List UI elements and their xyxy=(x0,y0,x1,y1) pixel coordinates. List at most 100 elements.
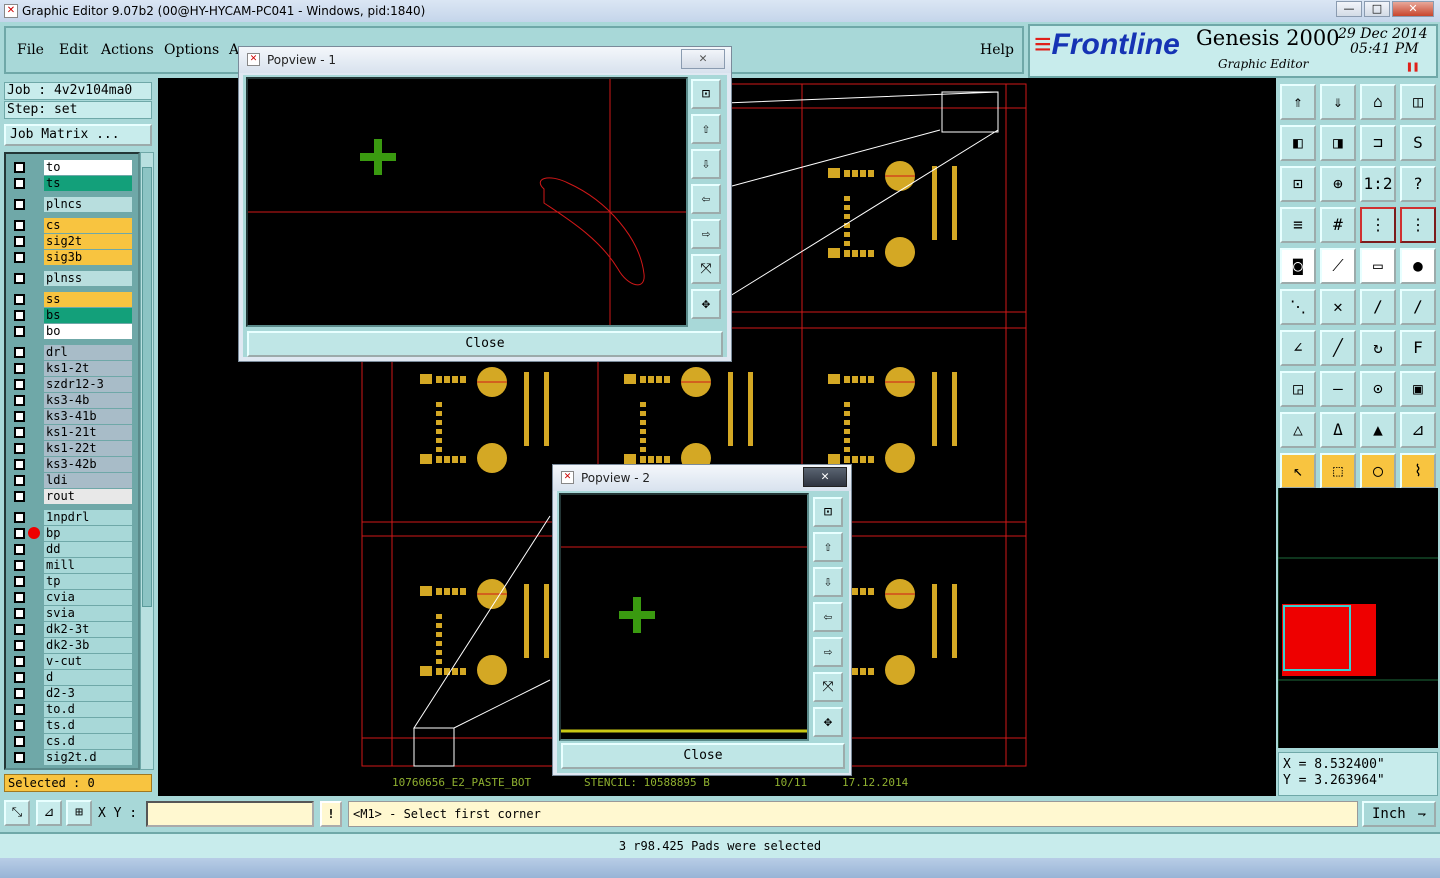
layer-checkbox[interactable] xyxy=(14,576,25,587)
layer-checkbox[interactable] xyxy=(14,640,25,651)
layer-row[interactable]: ks3-41b xyxy=(10,409,138,424)
node-red-icon[interactable]: ∕ xyxy=(1360,289,1396,325)
layer-row[interactable]: ldi xyxy=(10,473,138,488)
grid-icon[interactable]: # xyxy=(1320,207,1356,243)
triangle-blue-icon[interactable]: ▲ xyxy=(1360,412,1396,448)
layer-name[interactable]: ks3-41b xyxy=(44,409,132,424)
layer-name[interactable]: szdr12-3 xyxy=(44,377,132,392)
layer-row[interactable]: mill xyxy=(10,558,138,573)
menu-actions[interactable]: Actions xyxy=(101,42,154,58)
move-pad-icon[interactable]: ◲ xyxy=(1280,371,1316,407)
layer-row[interactable]: v-cut xyxy=(10,654,138,669)
layer-row[interactable]: ks3-42b xyxy=(10,457,138,472)
layer-name[interactable]: mill xyxy=(44,558,132,573)
mirror-icon[interactable]: F xyxy=(1400,330,1436,366)
popview-1-close-icon[interactable]: ✕ xyxy=(681,49,725,69)
layer-row[interactable]: sig2t xyxy=(10,234,138,249)
layer-name[interactable]: svia xyxy=(44,606,132,621)
layer-name[interactable]: plncs xyxy=(44,197,132,212)
select-box-icon[interactable]: ⬚ xyxy=(1320,453,1356,489)
layer-checkbox[interactable] xyxy=(14,379,25,390)
layer-name[interactable]: cvia xyxy=(44,590,132,605)
minimize-button[interactable]: — xyxy=(1336,1,1362,17)
layer-checkbox[interactable] xyxy=(14,252,25,263)
layer-name[interactable]: d xyxy=(44,670,132,685)
measure-icon[interactable]: ⊿ xyxy=(36,800,62,826)
layer-row[interactable]: cs xyxy=(10,218,138,233)
cross-icon[interactable]: ✕ xyxy=(1320,289,1356,325)
pan-right-icon[interactable]: ⇨ xyxy=(813,637,843,667)
layer-checkbox[interactable] xyxy=(14,736,25,747)
layer-checkbox[interactable] xyxy=(14,672,25,683)
layer-row[interactable]: to.d xyxy=(10,702,138,717)
triangle-up-icon[interactable]: Δ xyxy=(1320,412,1356,448)
layer-checkbox[interactable] xyxy=(14,528,25,539)
layer-name[interactable]: bo xyxy=(44,324,132,339)
layer-checkbox[interactable] xyxy=(14,560,25,571)
layer-name[interactable]: sig2t.d xyxy=(44,750,132,765)
layer-checkbox[interactable] xyxy=(14,347,25,358)
layer-checkbox[interactable] xyxy=(14,273,25,284)
job-matrix-button[interactable]: Job Matrix ... xyxy=(4,124,152,146)
layer-name[interactable]: bs xyxy=(44,308,132,323)
zoom-home-icon[interactable]: ⇑ xyxy=(1280,84,1316,120)
popview-2-close-button[interactable]: Close xyxy=(561,743,845,769)
zoom-out-icon[interactable]: ⤧ xyxy=(691,254,721,284)
layer-row[interactable]: cs.d xyxy=(10,734,138,749)
scale-1to2-icon[interactable]: 1:2 xyxy=(1360,166,1396,202)
popview-2-view[interactable] xyxy=(559,493,809,741)
layer-checkbox[interactable] xyxy=(14,363,25,374)
layer-checkbox[interactable] xyxy=(14,608,25,619)
layer-row[interactable]: ks1-2t xyxy=(10,361,138,376)
popview-2-close-icon[interactable]: ✕ xyxy=(803,467,847,487)
layer-name[interactable]: dk2-3t xyxy=(44,622,132,637)
layer-checkbox[interactable] xyxy=(14,720,25,731)
group-icon[interactable]: ▣ xyxy=(1400,371,1436,407)
pan-right-icon[interactable]: ⇨ xyxy=(691,219,721,249)
layer-row[interactable]: tp xyxy=(10,574,138,589)
layer-name[interactable]: ks1-21t xyxy=(44,425,132,440)
layer-row[interactable]: plncs xyxy=(10,197,138,212)
layer-name[interactable]: rout xyxy=(44,489,132,504)
zoom-in-icon[interactable]: ✥ xyxy=(691,289,721,319)
layer-checkbox[interactable] xyxy=(14,688,25,699)
layer-row[interactable]: svia xyxy=(10,606,138,621)
pan-down-icon[interactable]: ⇩ xyxy=(691,149,721,179)
ruler-icon[interactable]: ▭ xyxy=(1360,248,1396,284)
layer-checkbox[interactable] xyxy=(14,443,25,454)
round-pad-icon[interactable]: ● xyxy=(1400,248,1436,284)
node-blue-icon[interactable]: ∕ xyxy=(1400,289,1436,325)
measure-icon[interactable]: ≡ xyxy=(1280,207,1316,243)
zoom-fit-icon[interactable]: ⊡ xyxy=(813,497,843,527)
layer-name[interactable]: dd xyxy=(44,542,132,557)
grid-snap-icon[interactable]: ⊞ xyxy=(66,800,92,826)
menu-edit[interactable]: Edit xyxy=(59,42,88,58)
layer-row[interactable]: bp xyxy=(10,526,138,541)
zoom-out-icon[interactable]: ⊡ xyxy=(1280,166,1316,202)
overview-map[interactable] xyxy=(1277,488,1438,748)
help-icon[interactable]: ? xyxy=(1400,166,1436,202)
exclamation-button[interactable]: ! xyxy=(320,801,342,827)
layer-checkbox[interactable] xyxy=(14,411,25,422)
layer-name[interactable]: v-cut xyxy=(44,654,132,669)
layer-checkbox[interactable] xyxy=(14,178,25,189)
layer-row[interactable]: d xyxy=(10,670,138,685)
connect-icon[interactable]: ⋱ xyxy=(1280,289,1316,325)
triangle-cross-icon[interactable]: ⊿ xyxy=(1400,412,1436,448)
layer-row[interactable]: ks1-21t xyxy=(10,425,138,440)
pad-icon[interactable]: ◙ xyxy=(1280,248,1316,284)
zoom-in-icon[interactable]: ✥ xyxy=(813,707,843,737)
layer-row[interactable]: szdr12-3 xyxy=(10,377,138,392)
pan-right-icon[interactable]: ◨ xyxy=(1320,125,1356,161)
layer-row[interactable]: dk2-3b xyxy=(10,638,138,653)
net-select-icon[interactable]: ⋮ xyxy=(1400,207,1436,243)
layer-checkbox[interactable] xyxy=(14,427,25,438)
layer-row[interactable]: ks3-4b xyxy=(10,393,138,408)
layer-checkbox[interactable] xyxy=(14,220,25,231)
layer-row[interactable]: ks1-22t xyxy=(10,441,138,456)
menu-help[interactable]: Help xyxy=(980,42,1014,58)
maximize-button[interactable]: □ xyxy=(1364,1,1390,17)
triangle-red-icon[interactable]: △ xyxy=(1280,412,1316,448)
xy-input[interactable] xyxy=(146,801,314,827)
select-arrow-icon[interactable]: ↖ xyxy=(1280,453,1316,489)
